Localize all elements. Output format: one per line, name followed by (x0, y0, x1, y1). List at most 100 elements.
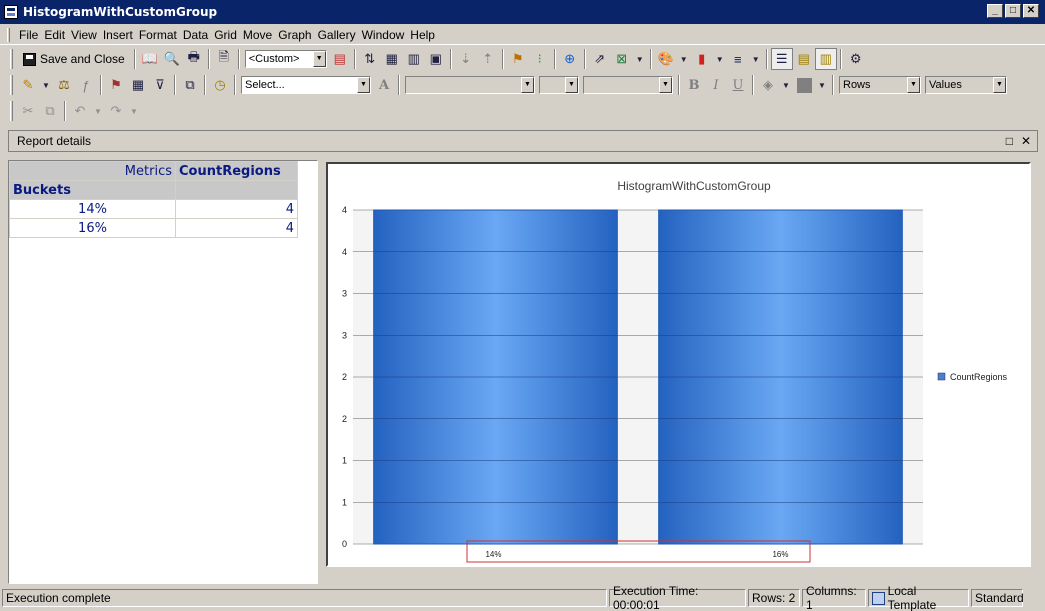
banding-icon[interactable]: ▤ (793, 48, 815, 70)
sort-descending-icon[interactable]: ⇡ (477, 48, 499, 70)
font-name-combo[interactable]: ▼ (405, 76, 535, 94)
horizontal-bar-icon[interactable]: ≡ (727, 48, 749, 70)
chevron-down-icon[interactable]: ▼ (749, 48, 763, 70)
template-icon (872, 591, 885, 605)
number-format-combo[interactable]: ▼ (583, 76, 673, 94)
buckets-header[interactable]: Buckets (9, 180, 176, 200)
chevron-down-icon[interactable]: ▼ (659, 77, 672, 93)
menu-file[interactable]: File (6, 28, 44, 42)
menu-gallery[interactable]: Gallery (318, 28, 362, 42)
chevron-down-icon[interactable]: ▼ (907, 77, 920, 93)
font-size-combo[interactable]: ▼ (539, 76, 579, 94)
bar-chart-icon[interactable]: ▮ (691, 48, 713, 70)
menu-format[interactable]: Format (139, 28, 183, 42)
menu-move[interactable]: Move (243, 28, 278, 42)
menu-edit[interactable]: Edit (44, 28, 71, 42)
chevron-down-icon[interactable]: ▼ (312, 51, 326, 67)
minimize-button[interactable]: _ (987, 4, 1003, 18)
toolbar-grip[interactable] (10, 49, 13, 69)
chevron-down-icon[interactable]: ▼ (677, 48, 691, 70)
chevron-down-icon[interactable]: ▼ (633, 48, 647, 70)
restore-icon[interactable]: □ (1006, 134, 1013, 148)
chevron-down-icon[interactable]: ▼ (91, 100, 105, 122)
copy-icon[interactable]: ⧉ (39, 100, 61, 122)
bucket-cell[interactable]: 14% (9, 199, 176, 219)
page-setup-icon[interactable]: 🗎 (213, 48, 235, 70)
view-mode-value: <Custom> (248, 53, 300, 65)
font-icon[interactable]: A (373, 74, 395, 96)
chevron-down-icon[interactable]: ▼ (815, 74, 829, 96)
filter-icon[interactable]: ⊽ (149, 74, 171, 96)
chevron-down-icon[interactable]: ▼ (565, 77, 578, 93)
bucket-cell[interactable]: 16% (9, 218, 176, 238)
chevron-down-icon[interactable]: ▼ (39, 74, 53, 96)
thresholds-icon[interactable]: ⚑ (507, 48, 529, 70)
outline-icon[interactable]: ☰ (770, 48, 793, 70)
menu-view[interactable]: View (71, 28, 103, 42)
chevron-down-icon[interactable]: ▼ (521, 77, 534, 93)
close-button[interactable]: ✕ (1023, 4, 1039, 18)
traffic-light-icon[interactable]: ⁝ (529, 48, 551, 70)
data-explorer-icon[interactable]: ⚙ (845, 48, 867, 70)
metrics-header[interactable]: Metrics (9, 161, 176, 181)
sort-ascending-icon[interactable]: ⇣ (455, 48, 477, 70)
table-row: 16% 4 (9, 218, 298, 238)
report-icon[interactable]: ▤ (329, 48, 351, 70)
chevron-down-icon[interactable]: ▼ (127, 100, 141, 122)
page-by-icon[interactable]: ⧉ (179, 74, 201, 96)
print-icon[interactable]: 🖶 (183, 48, 205, 70)
x-tick-label: 14% (485, 550, 501, 559)
italic-icon[interactable]: I (705, 74, 727, 96)
graph-view-icon[interactable]: ▣ (425, 48, 447, 70)
metric-column-header[interactable]: CountRegions (175, 161, 298, 181)
separator (649, 49, 652, 69)
underline-icon[interactable]: U (727, 74, 749, 96)
palette-icon[interactable]: 🎨 (655, 48, 677, 70)
undo-icon[interactable]: ↶ (69, 100, 91, 122)
separator (353, 49, 356, 69)
menu-graph[interactable]: Graph (278, 28, 317, 42)
grid-view-icon[interactable]: ▦ (381, 48, 403, 70)
toolbar-grip[interactable] (10, 101, 13, 121)
fill-color-icon[interactable]: ◈ (757, 74, 779, 96)
menu-grid[interactable]: Grid (214, 28, 243, 42)
line-color-icon[interactable] (793, 74, 815, 96)
histogram-chart[interactable]: HistogramWithCustomGroup 0 1 1 2 2 3 3 4 4 14% 16… (328, 164, 1029, 565)
print-preview-icon[interactable]: 🔍 (161, 48, 183, 70)
chevron-down-icon[interactable]: ▼ (779, 74, 793, 96)
add-icon[interactable]: ⊕ (559, 48, 581, 70)
select-combo[interactable]: Select... ▼ (241, 76, 371, 94)
menu-help[interactable]: Help (410, 28, 441, 42)
values-combo[interactable]: Values ▼ (925, 76, 1007, 94)
chevron-down-icon[interactable]: ▼ (713, 48, 727, 70)
redo-icon[interactable]: ↷ (105, 100, 127, 122)
rows-combo[interactable]: Rows ▼ (839, 76, 921, 94)
formula-icon[interactable]: ƒ (75, 74, 97, 96)
save-and-close-button[interactable]: Save and Close (17, 48, 131, 70)
menu-window[interactable]: Window (362, 28, 411, 42)
excel-icon[interactable]: ⊠ (611, 48, 633, 70)
bold-icon[interactable]: B (683, 74, 705, 96)
export-icon[interactable]: ⇗ (589, 48, 611, 70)
close-icon[interactable]: ✕ (1021, 134, 1031, 148)
toolbar-grip[interactable] (10, 75, 13, 95)
maximize-button[interactable]: □ (1005, 4, 1021, 18)
object-browser-icon[interactable]: ⚑ (105, 74, 127, 96)
cut-icon[interactable]: ✂ (17, 100, 39, 122)
report-objects-icon[interactable]: ▦ (127, 74, 149, 96)
wand-icon[interactable]: ✎ (17, 74, 39, 96)
metrics-icon[interactable]: ⚖ (53, 74, 75, 96)
chevron-down-icon[interactable]: ▼ (357, 77, 370, 93)
value-cell[interactable]: 4 (175, 199, 298, 219)
grid-graph-icon[interactable]: ▥ (403, 48, 425, 70)
open-book-icon[interactable]: 📖 (139, 48, 161, 70)
view-mode-combo[interactable]: <Custom> ▼ (244, 50, 327, 68)
value-cell[interactable]: 4 (175, 218, 298, 238)
separator (64, 101, 66, 121)
merge-headers-icon[interactable]: ▥ (814, 48, 837, 70)
prompt-icon[interactable]: ◷ (209, 74, 231, 96)
menu-data[interactable]: Data (183, 28, 214, 42)
menu-insert[interactable]: Insert (103, 28, 139, 42)
pivot-icon[interactable]: ⇅ (359, 48, 381, 70)
chevron-down-icon[interactable]: ▼ (993, 77, 1006, 93)
